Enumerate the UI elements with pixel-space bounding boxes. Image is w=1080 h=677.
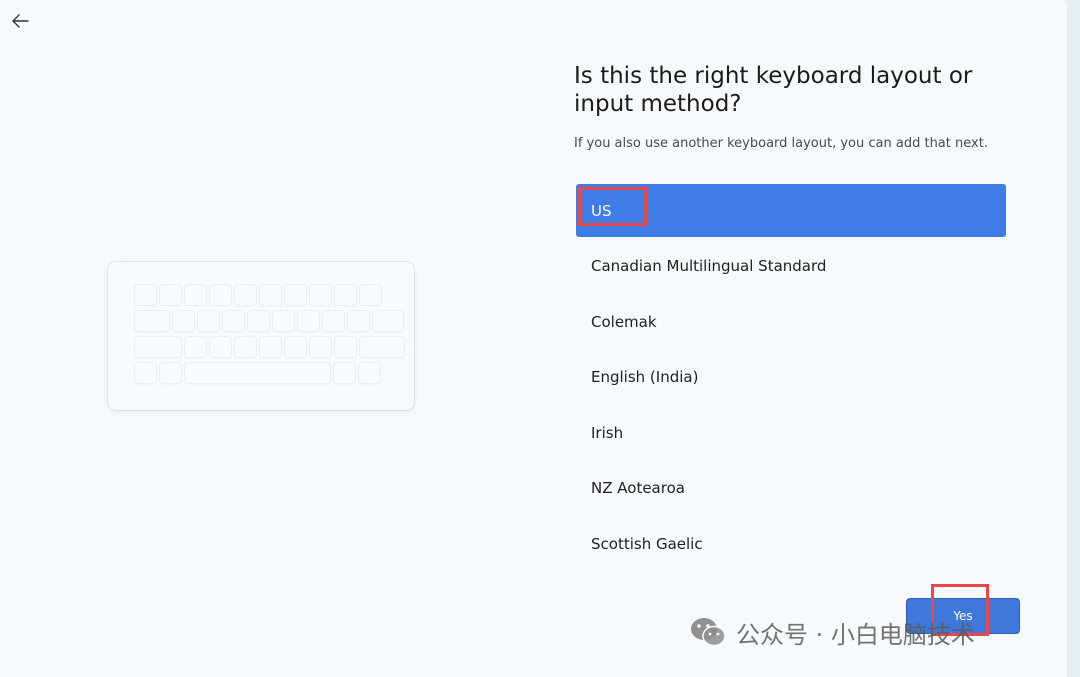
layout-item-scottish-gaelic[interactable]: Scottish Gaelic bbox=[576, 517, 1006, 570]
page-title: Is this the right keyboard layout or inp… bbox=[574, 63, 973, 117]
layout-item-label: Canadian Multilingual Standard bbox=[591, 257, 827, 275]
layout-item-label: Irish bbox=[591, 423, 624, 442]
keyboard-layout-list: US Canadian Multilingual Standard Colema… bbox=[576, 184, 1006, 573]
back-arrow-icon bbox=[10, 13, 30, 33]
layout-item-label: US bbox=[591, 201, 612, 220]
keyboard-illustration bbox=[108, 262, 414, 410]
layout-item-english-india[interactable]: English (India) bbox=[576, 351, 1006, 404]
layout-item-canadian-multilingual-standard[interactable]: Canadian Multilingual Standard bbox=[576, 240, 1006, 293]
yes-button[interactable]: Yes bbox=[906, 598, 1020, 634]
layout-item-label: Scottish Gaelic bbox=[591, 534, 703, 553]
window-edge bbox=[1067, 0, 1080, 677]
layout-item-irish[interactable]: Irish bbox=[576, 406, 1006, 459]
annotation-highlight-us bbox=[578, 187, 647, 226]
layout-item-label: Colemak bbox=[591, 312, 657, 331]
setup-window: Is this the right keyboard layout or inp… bbox=[0, 0, 1067, 677]
layout-item-label: NZ Aotearoa bbox=[591, 479, 685, 497]
page-subtitle: If you also use another keyboard layout,… bbox=[574, 136, 988, 151]
layout-item-us[interactable]: US bbox=[576, 184, 1006, 237]
back-button[interactable] bbox=[6, 10, 34, 36]
layout-item-colemak[interactable]: Colemak bbox=[576, 295, 1006, 348]
layout-item-nz-aotearoa[interactable]: NZ Aotearoa bbox=[576, 462, 1006, 515]
layout-item-label: English (India) bbox=[591, 368, 699, 386]
wechat-icon bbox=[688, 614, 728, 650]
